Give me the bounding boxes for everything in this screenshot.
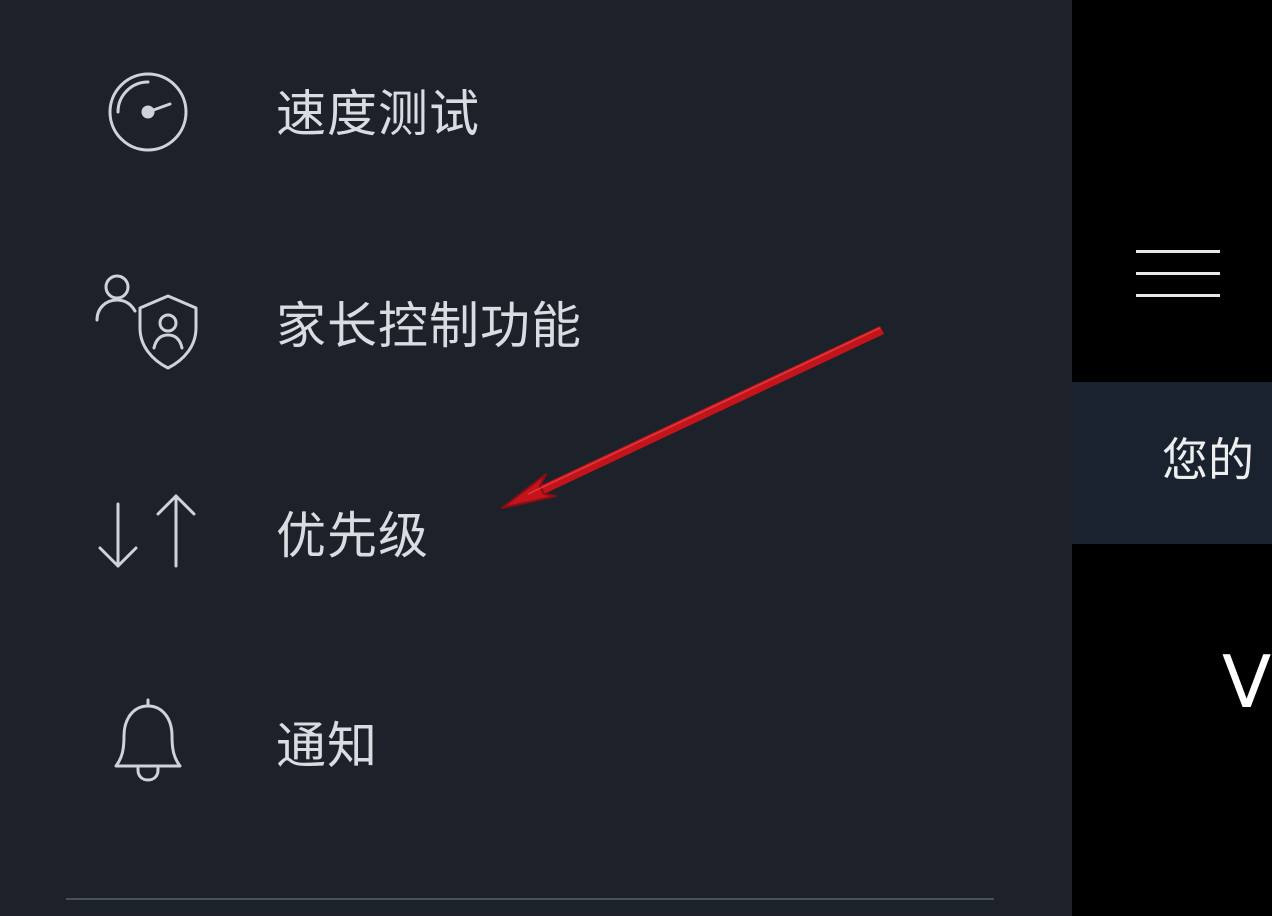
menu-item-label: 速度测试 [276,85,480,143]
screen: 速度测试 家长控制功能 优先级 通知 您的 V [0,0,1272,916]
menu-item-parental-controls[interactable]: 家长控制功能 [0,250,1072,400]
hamburger-menu-icon[interactable] [1136,246,1222,306]
menu-item-priority[interactable]: 优先级 [0,460,1072,610]
parental-control-icon [92,268,202,378]
menu-item-label: 优先级 [276,507,429,565]
menu-item-label: 通知 [276,717,378,775]
divider [66,898,994,900]
banner-text: 您的 [1162,433,1254,487]
menu-item-speed-test[interactable]: 速度测试 [0,40,1072,190]
large-text: V [1222,640,1272,724]
priority-arrows-icon [92,480,202,590]
navigation-drawer: 速度测试 家长控制功能 优先级 通知 [0,0,1072,916]
menu-item-notifications[interactable]: 通知 [0,670,1072,820]
speedometer-icon [92,56,202,166]
menu-item-label: 家长控制功能 [276,297,582,355]
background-app: 您的 V [1072,0,1272,916]
bell-icon [92,694,202,804]
